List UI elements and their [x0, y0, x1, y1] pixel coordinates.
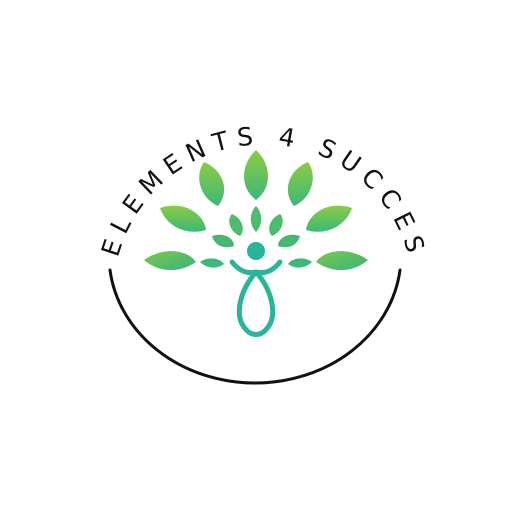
- figure-icon: [229, 242, 283, 337]
- ring-arc: [108, 268, 402, 385]
- brand-name: ELEMENTS 4 SUCCESS: [0, 0, 432, 264]
- logo: ELEMENTS 4 SUCCESS: [0, 0, 512, 512]
- logo-emblem: ELEMENTS 4 SUCCESS: [0, 0, 432, 385]
